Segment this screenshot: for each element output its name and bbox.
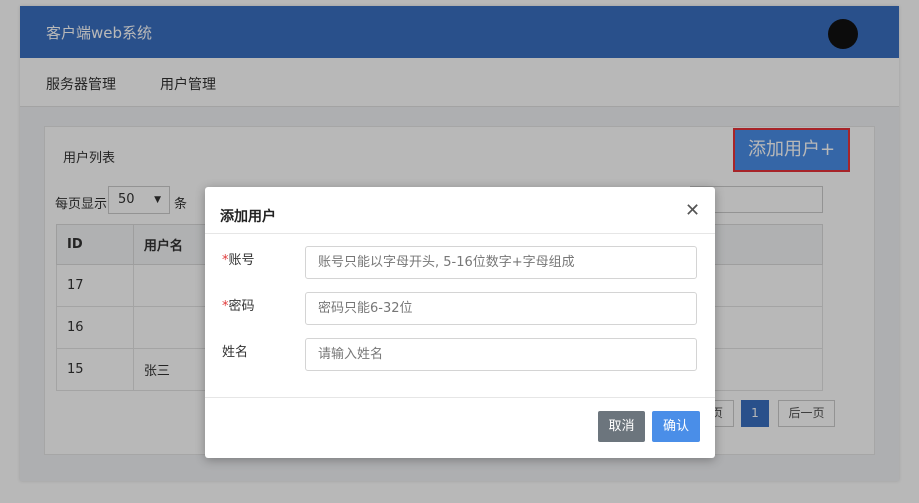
account-label-text: 账号 [228, 253, 255, 268]
name-label: 姓名 [222, 345, 249, 360]
cancel-button[interactable]: 取消 [598, 411, 645, 442]
dialog-header-divider [205, 233, 715, 234]
password-input[interactable] [305, 292, 697, 325]
close-icon[interactable]: ✕ [685, 200, 700, 221]
name-input[interactable] [305, 338, 697, 371]
account-label: *账号 [222, 249, 255, 268]
dialog-title: 添加用户 [220, 209, 276, 225]
confirm-button[interactable]: 确认 [652, 411, 700, 442]
account-input[interactable] [305, 246, 697, 279]
password-label: *密码 [222, 295, 255, 314]
add-user-dialog: 添加用户 ✕ *账号 *密码 姓名 取消 确认 [205, 187, 715, 458]
password-label-text: 密码 [228, 299, 255, 314]
dialog-footer-divider [205, 397, 715, 398]
